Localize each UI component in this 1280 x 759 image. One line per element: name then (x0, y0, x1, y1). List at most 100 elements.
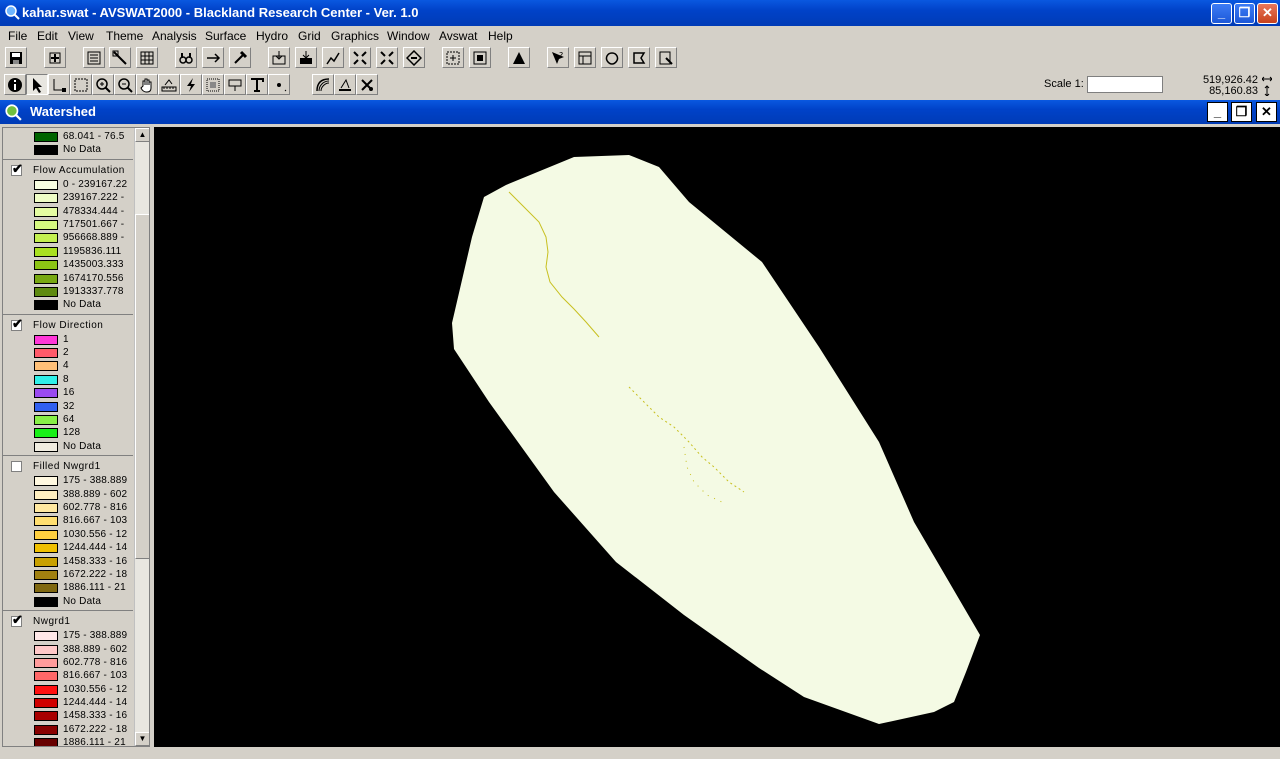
class-label: 32 (63, 400, 75, 412)
zoom-active-themes-button[interactable] (376, 47, 398, 68)
checkmark-icon: ✔ (12, 612, 23, 628)
color-swatch (34, 361, 58, 372)
vertex-edit-tool[interactable] (48, 74, 70, 95)
color-swatch (34, 415, 58, 426)
theme-properties-button[interactable] (83, 47, 105, 68)
class-label: 956668.889 - (63, 232, 125, 244)
measure-tool[interactable] (158, 74, 180, 95)
identify-tool[interactable] (4, 74, 26, 95)
legend-theme-header[interactable]: Filled Nwgrd1 (3, 458, 133, 474)
menu-edit[interactable]: Edit (37, 29, 58, 43)
draw-point-tool[interactable] (268, 74, 290, 95)
theme-visibility-checkbox[interactable] (11, 461, 22, 473)
restore-button[interactable]: ❐ (1234, 3, 1255, 24)
watershed-tool[interactable] (312, 74, 334, 95)
zoom-in-tool[interactable] (92, 74, 114, 95)
class-label: 1886.111 - 21 (63, 737, 126, 747)
menu-avswat[interactable]: Avswat (439, 29, 477, 43)
label-icon (228, 79, 242, 91)
outlet-tool[interactable] (334, 74, 356, 95)
menu-file[interactable]: File (8, 29, 27, 43)
pan-tool[interactable] (136, 74, 158, 95)
legend-class-item: 1030.556 - 12 (3, 528, 133, 541)
menu-graphics[interactable]: Graphics (331, 29, 379, 43)
class-label: 4 (63, 360, 69, 372)
select-by-theme-button[interactable] (268, 47, 290, 68)
map-view[interactable] (154, 127, 1280, 747)
legend-class-item: 1435003.333 (3, 258, 133, 271)
histogram-button[interactable] (508, 47, 530, 68)
view-close-button[interactable]: ✕ (1256, 102, 1277, 122)
class-label: 1244.444 - 14 (63, 697, 128, 709)
color-swatch (34, 476, 58, 487)
class-label: 602.778 - 816 (63, 656, 128, 668)
scroll-up-button[interactable]: ▲ (135, 128, 149, 142)
scroll-thumb[interactable] (135, 214, 149, 559)
menu-window[interactable]: Window (387, 29, 430, 43)
legend-theme-header[interactable]: ✔ Flow Direction (3, 316, 133, 333)
locate-address-button[interactable] (202, 47, 224, 68)
theme-name: Flow Direction (33, 319, 104, 331)
minimize-icon: _ (1213, 104, 1222, 119)
class-label: 1 (63, 333, 69, 345)
zoom-themes-icon (380, 50, 394, 65)
menu-analysis[interactable]: Analysis (152, 29, 197, 43)
status-bar (0, 748, 1280, 759)
map-canvas[interactable] (154, 127, 1280, 747)
select-feature-tool[interactable] (70, 74, 92, 95)
window-title: kahar.swat - AVSWAT2000 - Blackland Rese… (22, 5, 419, 20)
menu-theme[interactable]: Theme (106, 29, 143, 43)
add-theme-button[interactable] (44, 47, 66, 68)
coordinate-arrows-icon (1262, 76, 1272, 96)
export-button[interactable] (655, 47, 677, 68)
zoom-out-button[interactable] (469, 47, 491, 68)
menu-help[interactable]: Help (488, 29, 513, 43)
delete-outlet-icon (361, 78, 373, 91)
query-builder-button[interactable] (229, 47, 251, 68)
hotlink-tool[interactable] (180, 74, 202, 95)
zoom-full-extent-button[interactable] (349, 47, 371, 68)
class-label: 1458.333 - 16 (63, 710, 128, 722)
clear-selection-button[interactable] (295, 47, 317, 68)
minimize-button[interactable]: _ (1211, 3, 1232, 24)
open-table-button[interactable] (136, 47, 158, 68)
edit-legend-button[interactable] (109, 47, 131, 68)
color-swatch (34, 219, 58, 230)
layout-button[interactable] (574, 47, 596, 68)
help-button[interactable]: ? (547, 47, 569, 68)
clip-button[interactable] (628, 47, 650, 68)
legend-scrollbar[interactable]: ▲ ▼ (134, 128, 149, 746)
hammer-icon (234, 50, 248, 64)
menu-grid[interactable]: Grid (298, 29, 321, 43)
delete-outlet-tool[interactable] (356, 74, 378, 95)
legend-theme-header[interactable]: ✔ Flow Accumulation (3, 161, 133, 178)
class-label: 128 (63, 427, 81, 439)
text-tool[interactable] (246, 74, 268, 95)
legend-panel: 68.041 - 76.5 No Data ✔ Flow Accumulation 0 … (2, 127, 150, 747)
find-button[interactable] (175, 47, 197, 68)
label-tool[interactable] (224, 74, 246, 95)
class-label: 1672.222 - 18 (63, 568, 128, 580)
view-minimize-button[interactable]: _ (1207, 102, 1228, 122)
class-label: No Data (63, 440, 102, 452)
menu-surface[interactable]: Surface (205, 29, 246, 43)
menu-hydro[interactable]: Hydro (256, 29, 288, 43)
zoom-in-button[interactable] (442, 47, 464, 68)
shape-button[interactable] (601, 47, 623, 68)
legend-theme-header[interactable]: ✔ Nwgrd1 (3, 613, 133, 629)
zoom-selected-button[interactable] (403, 47, 425, 68)
pointer-tool[interactable] (26, 74, 48, 95)
zoom-out-tool[interactable] (114, 74, 136, 95)
close-button[interactable]: ✕ (1257, 3, 1278, 24)
save-button[interactable] (5, 47, 27, 68)
close-icon: ✕ (1261, 104, 1272, 119)
view-restore-button[interactable]: ❐ (1231, 102, 1252, 122)
area-of-interest-tool[interactable] (202, 74, 224, 95)
legend-class-item: 388.889 - 602 (3, 488, 133, 501)
legend-class-item: 1458.333 - 16 (3, 709, 133, 722)
menu-view[interactable]: View (68, 29, 94, 43)
scroll-down-button[interactable]: ▼ (135, 732, 149, 746)
close-icon: ✕ (1262, 5, 1273, 20)
chart-button[interactable] (322, 47, 344, 68)
watershed-polygon[interactable] (452, 155, 980, 724)
